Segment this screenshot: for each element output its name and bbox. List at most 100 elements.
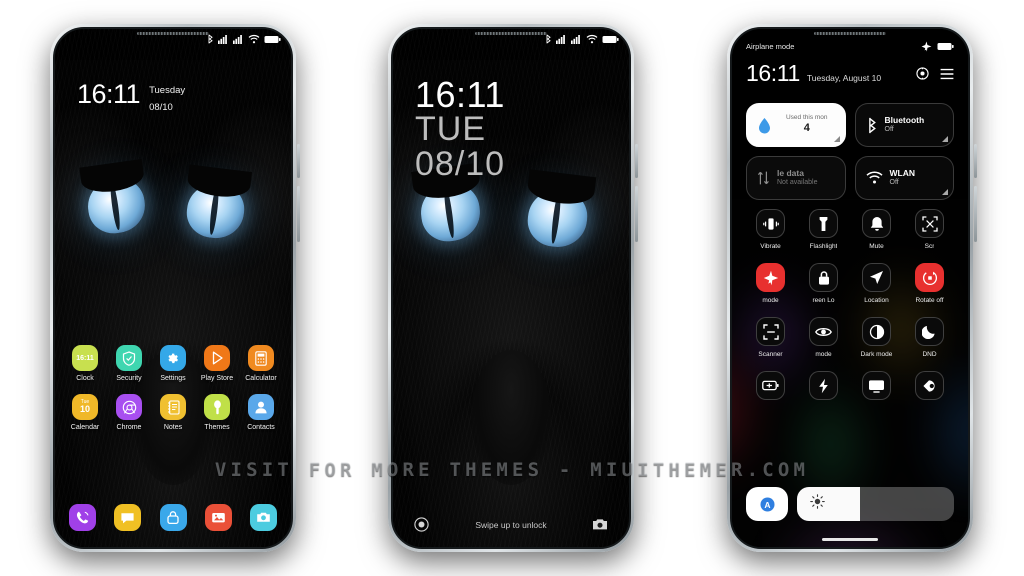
toggle-airplane-mode[interactable]: mode — [744, 263, 797, 304]
location-icon — [862, 263, 891, 292]
app-themes[interactable]: Themes — [197, 394, 237, 431]
battery-saver-icon — [756, 371, 785, 400]
toggle-dark-mode[interactable]: Dark mode — [850, 317, 903, 358]
big-tile-grid: Used this mon 4 Bluetooth Off le data No… — [746, 103, 954, 200]
toggle-label: Location — [864, 297, 889, 304]
gallery-icon[interactable] — [204, 504, 232, 531]
wifi-icon — [248, 34, 260, 44]
clock-icon-text: 16:11 — [76, 354, 94, 362]
app-label: Notes — [163, 424, 183, 431]
signal-icon — [233, 35, 242, 44]
earpiece-speaker — [475, 32, 547, 35]
signal-icon — [218, 35, 227, 44]
screenshot-icon — [915, 209, 944, 238]
toggle-label: mode — [815, 351, 832, 358]
expand-corner-icon[interactable] — [833, 136, 840, 142]
toggle-row-2: mode reen Lo Location Rotate off — [744, 263, 956, 304]
wallpaper-stage: 16:11 Tuesday 08/10 16:11 Clock Security… — [0, 0, 1024, 576]
bluetooth-icon — [868, 117, 876, 133]
tile-bluetooth[interactable]: Bluetooth Off — [854, 103, 954, 147]
toggle-cast[interactable] — [850, 371, 903, 405]
toggle-battery-saver[interactable] — [744, 371, 797, 405]
toggle-screenshot[interactable]: Scr — [903, 209, 956, 250]
toggle-scanner[interactable]: Scanner — [744, 317, 797, 358]
clock-date: 08/10 — [149, 101, 173, 113]
swipe-hint: Swipe up to unlock — [475, 519, 547, 530]
cast-icon — [862, 371, 891, 400]
app-clock[interactable]: 16:11 Clock — [65, 345, 105, 382]
phone-lock-screen: 16:11 TUE 08/10 Swipe up to unlock — [388, 24, 638, 552]
menu-icon[interactable] — [940, 68, 954, 80]
toggle-mute[interactable]: Mute — [850, 209, 903, 250]
bluetooth-icon — [208, 34, 213, 44]
toggle-row-1: Vibrate Flashlight Mute Scr — [744, 209, 956, 250]
tile-data-usage[interactable]: Used this mon 4 — [746, 103, 846, 147]
header-date: Tuesday, August 10 — [806, 73, 882, 83]
brightness-slider[interactable] — [797, 487, 954, 521]
gear-icon — [160, 345, 186, 371]
wifi-icon — [865, 171, 883, 184]
notes-icon — [160, 394, 186, 420]
toggle-fast-charge[interactable] — [797, 371, 850, 405]
phone-home-screen: 16:11 Tuesday 08/10 16:11 Clock Security… — [50, 24, 300, 552]
camera-icon[interactable] — [592, 516, 609, 533]
tile-subtitle: Not available — [777, 178, 818, 186]
toggle-screen-lock[interactable]: reen Lo — [797, 263, 850, 304]
toggle-reading-contrast[interactable] — [903, 371, 956, 405]
contacts-icon — [248, 394, 274, 420]
toggle-rotate[interactable]: Rotate off — [903, 263, 956, 304]
lightning-icon — [809, 371, 838, 400]
chrome-icon — [116, 394, 142, 420]
toggle-label: Vibrate — [760, 243, 781, 250]
app-calculator[interactable]: Calculator — [241, 345, 281, 382]
tile-subtitle: Used this mon — [785, 114, 828, 122]
app-security[interactable]: Security — [109, 345, 149, 382]
mobile-data-icon — [757, 171, 769, 185]
messages-icon[interactable] — [114, 504, 142, 531]
phone-icon[interactable] — [69, 504, 96, 531]
toggle-location[interactable]: Location — [850, 263, 903, 304]
expand-corner-icon[interactable] — [942, 189, 948, 195]
tile-mobile-data[interactable]: le data Not available — [746, 156, 846, 200]
toggle-label: Scanner — [758, 351, 783, 358]
tile-title: Bluetooth — [884, 115, 925, 126]
app-chrome[interactable]: Chrome — [109, 394, 149, 431]
lock-time: 16:11 — [415, 74, 505, 115]
home-indicator[interactable] — [822, 538, 878, 541]
toggle-row-4 — [744, 371, 956, 405]
toggle-vibrate[interactable]: Vibrate — [744, 209, 797, 250]
sun-icon — [810, 494, 825, 514]
flashlight-icon — [809, 209, 838, 238]
earpiece-speaker — [137, 32, 209, 35]
airplane-mode-label: Airplane mode — [746, 42, 795, 51]
battery-icon — [937, 43, 954, 50]
phone1-clock-widget[interactable]: 16:11 Tuesday 08/10 — [77, 81, 185, 115]
lock-bottom-bar: Swipe up to unlock — [393, 516, 629, 533]
tile-title: 4 — [803, 122, 810, 135]
toggle-reading-mode[interactable]: mode — [797, 317, 850, 358]
camera-icon[interactable] — [250, 504, 277, 531]
tile-wlan[interactable]: WLAN Off — [854, 156, 954, 200]
settings-icon[interactable] — [916, 67, 929, 80]
earpiece-speaker — [814, 32, 886, 35]
wifi-icon — [586, 34, 598, 44]
toggle-flashlight[interactable]: Flashlight — [797, 209, 850, 250]
app-notes[interactable]: Notes — [153, 394, 193, 431]
phone-control-center: Airplane mode 16:11 Tuesday, August 10 U… — [727, 24, 977, 552]
phone2-clock-widget[interactable]: 16:11 TUE 08/10 — [415, 74, 505, 182]
themes-icon — [204, 394, 230, 420]
app-settings[interactable]: Settings — [153, 345, 193, 382]
app-calendar[interactable]: Tue 10 Calendar — [65, 394, 105, 431]
tile-subtitle: Off — [884, 125, 894, 133]
shield-icon — [116, 345, 142, 371]
app-play-store[interactable]: Play Store — [197, 345, 237, 382]
battery-icon — [264, 35, 281, 43]
security-lock-icon[interactable] — [159, 504, 187, 531]
auto-brightness-button[interactable]: A — [746, 487, 788, 521]
assistant-icon[interactable] — [413, 516, 430, 533]
expand-corner-icon[interactable] — [942, 136, 948, 142]
app-label: Clock — [76, 375, 94, 382]
header-time: 16:11 — [746, 60, 800, 86]
app-contacts[interactable]: Contacts — [241, 394, 281, 431]
toggle-dnd[interactable]: DND — [903, 317, 956, 358]
